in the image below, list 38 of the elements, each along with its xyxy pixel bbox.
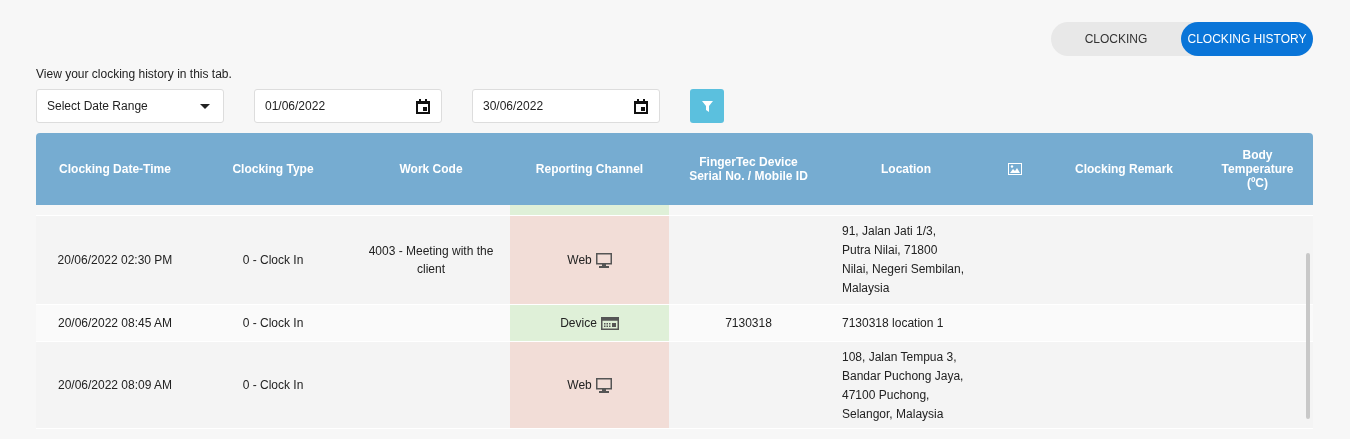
- monitor-icon: [595, 377, 612, 393]
- calendar-icon: [416, 98, 430, 114]
- channel-cell: Web: [510, 216, 669, 304]
- filter-icon: [701, 100, 713, 112]
- intro-text: View your clocking history in this tab.: [36, 67, 233, 81]
- column-header: FingerTec Device Serial No. / Mobile ID: [688, 155, 809, 183]
- column-header: Work Code: [398, 161, 464, 178]
- location-text: 91, Jalan Jati 1/3, Putra Nilai, 71800 Nilai, Negeri Sembilan, Malaysia: [842, 223, 965, 297]
- table-cell: 20/06/2022 08:09 AM: [57, 378, 173, 392]
- end-date-field[interactable]: 30/06/2022: [472, 89, 660, 123]
- channel-cell: Web: [510, 342, 669, 428]
- table-cell: 0 - Clock In: [242, 253, 304, 267]
- image-icon: [1008, 163, 1022, 175]
- column-header: Clocking Date-Time: [59, 162, 171, 176]
- terminal-icon: [600, 316, 619, 330]
- table-cell: 0 - Clock In: [242, 316, 304, 330]
- filter-button[interactable]: [690, 89, 724, 123]
- column-header: Clocking Type: [232, 162, 314, 176]
- tab[interactable]: CLOCKING HISTORY: [1181, 22, 1313, 56]
- caret-icon: [200, 103, 210, 109]
- tab[interactable]: CLOCKING: [1051, 22, 1181, 56]
- date-range-dropdown[interactable]: Select Date Range: [36, 89, 224, 123]
- column-header: Location: [881, 162, 931, 176]
- column-header: Clocking Remark: [1074, 162, 1173, 176]
- table-cell: 7130318: [725, 316, 772, 330]
- table-cell: 20/06/2022 08:45 AM: [57, 316, 173, 330]
- table-cell: 0 - Clock In: [242, 378, 304, 392]
- start-date-field[interactable]: 01/06/2022: [254, 89, 442, 123]
- scrollbar[interactable]: [1306, 253, 1310, 419]
- table-cell: 20/06/2022 02:30 PM: [57, 253, 173, 267]
- column-header: Body Temperature (ºC): [1220, 148, 1295, 190]
- calendar-icon: [634, 98, 648, 114]
- monitor-icon: [595, 252, 612, 268]
- location-text: 108, Jalan Tempua 3, Bandar Puchong Jaya, 47100 Puchong, Selangor, Malaysia: [842, 349, 964, 423]
- column-header: Reporting Channel: [535, 162, 644, 176]
- table-cell-text: 4003 - Meeting with the client: [367, 243, 495, 278]
- channel-cell: Device: [510, 305, 669, 341]
- location-text: 7130318 location 1: [842, 314, 944, 332]
